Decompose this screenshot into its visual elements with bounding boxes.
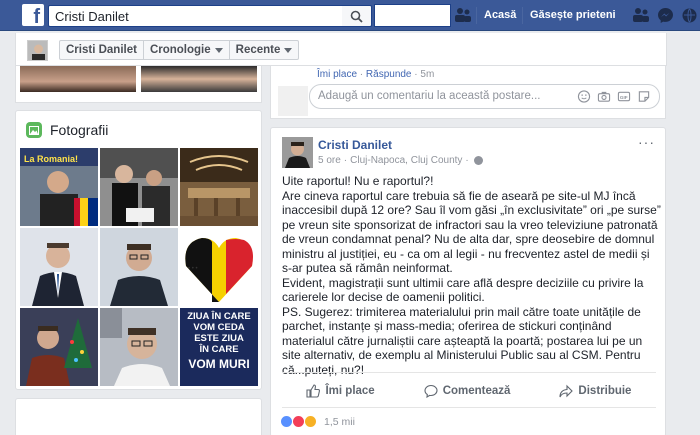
meta-separator: · bbox=[343, 155, 348, 166]
post-paragraph: Uite raportul! Nu e raportul?! bbox=[282, 174, 434, 188]
nav-separator bbox=[522, 7, 523, 24]
post-location[interactable]: Cluj-Napoca, Cluj County bbox=[350, 155, 462, 166]
share-label: Distribuie bbox=[578, 385, 632, 397]
news-feed-post: Cristi Danilet 5 ore · Cluj-Napoca, Cluj… bbox=[270, 127, 666, 435]
comment-input[interactable]: Adaugă un comentariu la această postare.… bbox=[309, 84, 660, 109]
meta-separator: · bbox=[465, 155, 469, 166]
photo-tile[interactable] bbox=[20, 228, 98, 306]
more-options-icon[interactable]: ··· bbox=[638, 135, 655, 149]
recent-label: Recente bbox=[235, 43, 281, 56]
post-time[interactable]: 5 ore bbox=[318, 155, 341, 166]
reactions-summary[interactable]: 1,5 mii bbox=[280, 415, 355, 428]
like-button[interactable]: Îmi place bbox=[306, 384, 375, 398]
camera-icon[interactable] bbox=[597, 90, 611, 103]
photo-text-line: VOM MURI bbox=[188, 357, 250, 371]
profile-name-label: Cristi Danilet bbox=[66, 43, 137, 56]
sidebar-card bbox=[15, 398, 262, 435]
post-paragraph: Evident, magistrații sunt ultimii care a… bbox=[282, 275, 644, 305]
post-text: Uite raportul! Nu e raportul?! Are cinev… bbox=[282, 174, 662, 377]
chevron-down-icon bbox=[214, 47, 223, 53]
facebook-logo[interactable]: f bbox=[22, 4, 44, 26]
previous-post-footer: Îmi place · Răspunde · 5m Adaugă un come… bbox=[270, 66, 666, 119]
emoji-icon[interactable] bbox=[577, 90, 591, 103]
nav-separator bbox=[476, 7, 477, 24]
share-button[interactable]: Distribuie bbox=[559, 384, 631, 398]
globe-notifications-icon[interactable] bbox=[681, 7, 698, 24]
comment-icon bbox=[424, 384, 438, 398]
friend-photo[interactable] bbox=[141, 66, 257, 92]
nav-home-link[interactable]: Acasă bbox=[484, 9, 516, 21]
share-icon bbox=[559, 384, 574, 398]
sticker-icon[interactable] bbox=[637, 90, 651, 103]
friends-photos-card bbox=[15, 66, 262, 103]
gif-icon[interactable]: GIF bbox=[617, 90, 631, 103]
svg-text:• • •: • • • bbox=[188, 266, 198, 272]
avatar[interactable] bbox=[282, 137, 313, 168]
photo-tile[interactable] bbox=[100, 148, 178, 226]
profile-shortcut-box[interactable] bbox=[374, 4, 451, 27]
post-actions: Îmi place Comentează Distribuie bbox=[282, 378, 656, 404]
photos-header[interactable]: Fotografii bbox=[26, 122, 108, 138]
post-meta: 5 ore · Cluj-Napoca, Cluj County · bbox=[318, 155, 483, 166]
photo-text-line: ÎN CARE bbox=[199, 344, 239, 355]
timeline-label: Cronologie bbox=[149, 43, 211, 56]
profile-navigation-bar: Cristi Danilet Cronologie Recente bbox=[15, 33, 667, 66]
svg-text:GIF: GIF bbox=[620, 95, 628, 100]
photos-title: Fotografii bbox=[50, 122, 109, 138]
comment-tools: GIF bbox=[577, 90, 651, 103]
comment-like-link[interactable]: Îmi place bbox=[317, 69, 357, 80]
photo-tile[interactable] bbox=[100, 228, 178, 306]
photo-tile[interactable]: • • • bbox=[180, 228, 258, 306]
friend-photo[interactable] bbox=[20, 66, 136, 92]
profile-tabs: Cristi Danilet Cronologie Recente bbox=[59, 40, 300, 60]
search-button[interactable] bbox=[342, 5, 372, 27]
photo-tile[interactable]: La Romania! bbox=[20, 148, 98, 226]
photos-icon bbox=[26, 122, 42, 138]
photo-tile[interactable] bbox=[100, 308, 178, 386]
comment-label: Comentează bbox=[442, 385, 511, 397]
nav-find-friends-link[interactable]: Găsește prieteni bbox=[530, 9, 616, 21]
recent-dropdown[interactable]: Recente bbox=[230, 41, 299, 59]
photo-text-line: VOM CEDA bbox=[193, 322, 245, 333]
comment-button[interactable]: Comentează bbox=[424, 384, 511, 398]
search-input[interactable]: Cristi Danilet bbox=[48, 5, 370, 27]
friend-requests-icon[interactable] bbox=[632, 7, 650, 23]
svg-text:La Romania!: La Romania! bbox=[24, 154, 78, 164]
photo-tile-text[interactable]: ZIUA ÎN CARE VOM CEDA ESTE ZIUA ÎN CARE … bbox=[180, 308, 258, 386]
post-author-link[interactable]: Cristi Danilet bbox=[318, 138, 392, 152]
photo-text-line: ESTE ZIUA bbox=[194, 333, 244, 344]
top-navigation-bar: f Cristi Danilet Acasă Găsește prieteni bbox=[0, 0, 700, 31]
photo-tile[interactable] bbox=[180, 148, 258, 226]
profile-name-tab[interactable]: Cristi Danilet bbox=[60, 41, 144, 59]
thumbs-up-icon bbox=[306, 384, 321, 398]
globe-icon bbox=[473, 156, 483, 165]
comment-time: 5m bbox=[420, 69, 435, 80]
avatar[interactable] bbox=[27, 40, 48, 61]
photo-tile[interactable] bbox=[20, 308, 98, 386]
chevron-down-icon bbox=[284, 47, 293, 53]
reaction-count: 1,5 mii bbox=[324, 415, 355, 428]
search-icon bbox=[350, 10, 363, 23]
photo-text-line: ZIUA ÎN CARE bbox=[187, 311, 251, 322]
post-paragraph: Are cineva raportul care trebuia să fie … bbox=[282, 188, 661, 276]
like-label: Îmi place bbox=[325, 385, 375, 397]
divider bbox=[282, 407, 656, 408]
post-paragraph: PS. Sugerez: trimiterea materialului pri… bbox=[282, 304, 643, 377]
friends-icon[interactable] bbox=[454, 7, 472, 23]
sad-reaction-icon bbox=[304, 415, 317, 428]
comment-placeholder: Adaugă un comentariu la această postare.… bbox=[318, 90, 541, 102]
divider bbox=[282, 372, 656, 373]
photos-card: Fotografii La Romania! • • • ZIUA ÎN CAR… bbox=[15, 110, 262, 390]
comment-reply-link[interactable]: Răspunde bbox=[366, 69, 412, 80]
timeline-dropdown[interactable]: Cronologie bbox=[144, 41, 230, 59]
messenger-icon[interactable] bbox=[657, 7, 674, 24]
avatar bbox=[278, 86, 308, 116]
comment-actions: Îmi place · Răspunde · 5m bbox=[317, 69, 435, 80]
